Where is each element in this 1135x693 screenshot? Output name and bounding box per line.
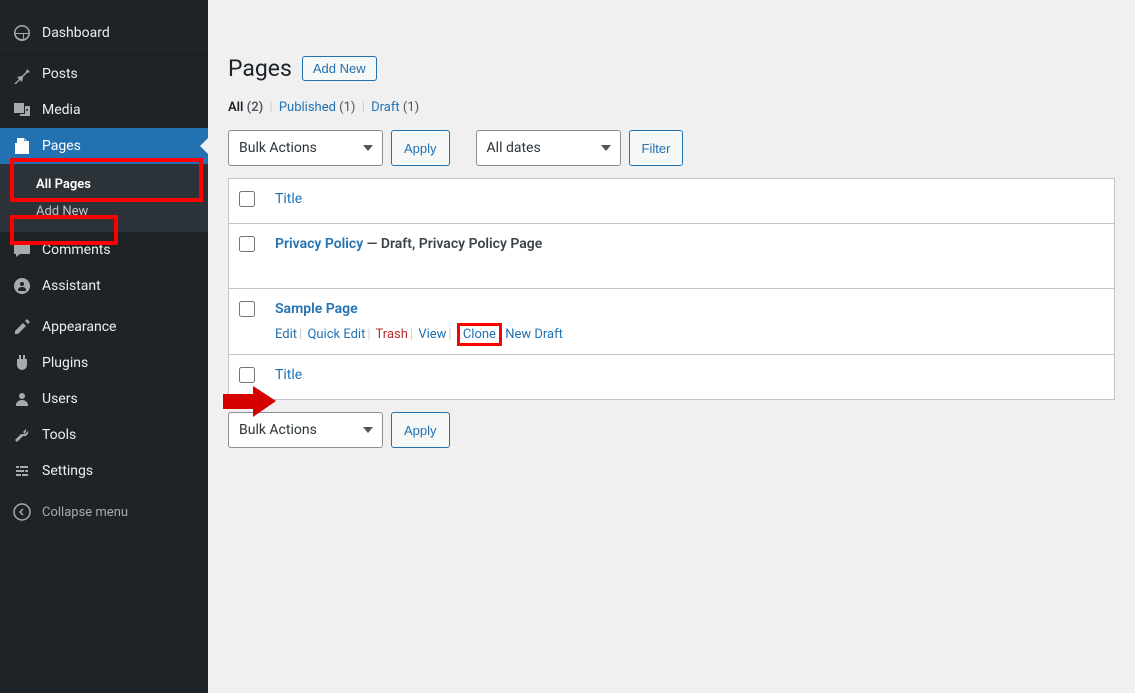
collapse-menu[interactable]: Collapse menu [0, 494, 208, 530]
dashboard-icon [12, 23, 32, 43]
filter-button[interactable]: Filter [629, 130, 684, 166]
filter-published[interactable]: Published (1) [279, 100, 356, 115]
pages-icon [12, 136, 32, 156]
sidebar-label: Posts [42, 65, 78, 83]
appearance-icon [12, 317, 32, 337]
add-new-button[interactable]: Add New [302, 56, 377, 81]
action-new-draft[interactable]: New Draft [505, 327, 563, 342]
pages-table: Title Privacy Policy — Draft, Privacy Po… [228, 178, 1115, 400]
tools-icon [12, 425, 32, 445]
sidebar-label: Settings [42, 462, 93, 480]
dates-select[interactable]: All dates [476, 130, 621, 166]
submenu-all-pages[interactable]: All Pages [0, 171, 208, 198]
users-icon [12, 389, 32, 409]
sidebar-item-media[interactable]: Media [0, 92, 208, 128]
sidebar-label: Comments [42, 241, 111, 259]
sidebar-item-pages[interactable]: Pages [0, 128, 208, 164]
sidebar-item-posts[interactable]: Posts [0, 56, 208, 92]
sidebar-item-dashboard[interactable]: Dashboard [0, 15, 208, 51]
row-title-link[interactable]: Privacy Policy [275, 236, 363, 252]
submenu-add-new[interactable]: Add New [0, 198, 208, 225]
sidebar-label: Tools [42, 426, 76, 444]
status-filters: All (2) | Published (1) | Draft (1) [228, 100, 1115, 115]
post-state: — Draft, Privacy Policy Page [363, 236, 542, 252]
sidebar-label: Appearance [42, 318, 116, 336]
table-row: Sample Page Edit| Quick Edit| Trash| Vie… [229, 289, 1115, 355]
sidebar-item-users[interactable]: Users [0, 381, 208, 417]
bulk-actions-select[interactable]: Bulk Actions [228, 130, 383, 166]
action-view[interactable]: View [418, 327, 446, 342]
sidebar-label: Pages [42, 137, 81, 155]
sidebar-label: Assistant [42, 277, 101, 295]
title-column-header-footer[interactable]: Title [275, 367, 302, 383]
main-content: Pages Add New All (2) | Published (1) | … [208, 0, 1135, 693]
row-checkbox[interactable] [239, 236, 255, 252]
row-checkbox[interactable] [239, 301, 255, 317]
page-title: Pages [228, 55, 292, 82]
sidebar-label: Users [42, 390, 78, 408]
row-title-link[interactable]: Sample Page [275, 301, 358, 317]
submenu-pages: All Pages Add New [0, 164, 208, 232]
pin-icon [12, 64, 32, 84]
sidebar-item-assistant[interactable]: Assistant [0, 268, 208, 304]
collapse-icon [12, 502, 32, 522]
select-all-checkbox-footer[interactable] [239, 367, 255, 383]
sidebar-item-settings[interactable]: Settings [0, 453, 208, 489]
sidebar-item-tools[interactable]: Tools [0, 417, 208, 453]
media-icon [12, 100, 32, 120]
action-trash[interactable]: Trash [376, 327, 408, 342]
sidebar-item-appearance[interactable]: Appearance [0, 309, 208, 345]
filter-draft[interactable]: Draft (1) [371, 100, 419, 115]
apply-button-bottom[interactable]: Apply [391, 412, 450, 448]
bulk-actions-select-bottom[interactable]: Bulk Actions [228, 412, 383, 448]
apply-button[interactable]: Apply [391, 130, 450, 166]
title-column-header[interactable]: Title [275, 191, 302, 207]
admin-sidebar: Dashboard Posts Media Pages All Pages Ad… [0, 0, 208, 693]
filter-all[interactable]: All (2) [228, 100, 263, 115]
sidebar-label: Media [42, 101, 81, 119]
sidebar-item-plugins[interactable]: Plugins [0, 345, 208, 381]
plugins-icon [12, 353, 32, 373]
table-row: Privacy Policy — Draft, Privacy Policy P… [229, 224, 1115, 289]
row-actions: Edit| Quick Edit| Trash| View| Clone New… [275, 327, 1104, 342]
action-edit[interactable]: Edit [275, 327, 297, 342]
collapse-label: Collapse menu [42, 505, 128, 520]
action-quick-edit[interactable]: Quick Edit [307, 327, 365, 342]
select-all-checkbox[interactable] [239, 191, 255, 207]
settings-icon [12, 461, 32, 481]
action-clone[interactable]: Clone [463, 327, 496, 342]
sidebar-item-comments[interactable]: Comments [0, 232, 208, 268]
sidebar-label: Plugins [42, 354, 88, 372]
comments-icon [12, 240, 32, 260]
sidebar-label: Dashboard [42, 24, 110, 42]
assistant-icon [12, 276, 32, 296]
